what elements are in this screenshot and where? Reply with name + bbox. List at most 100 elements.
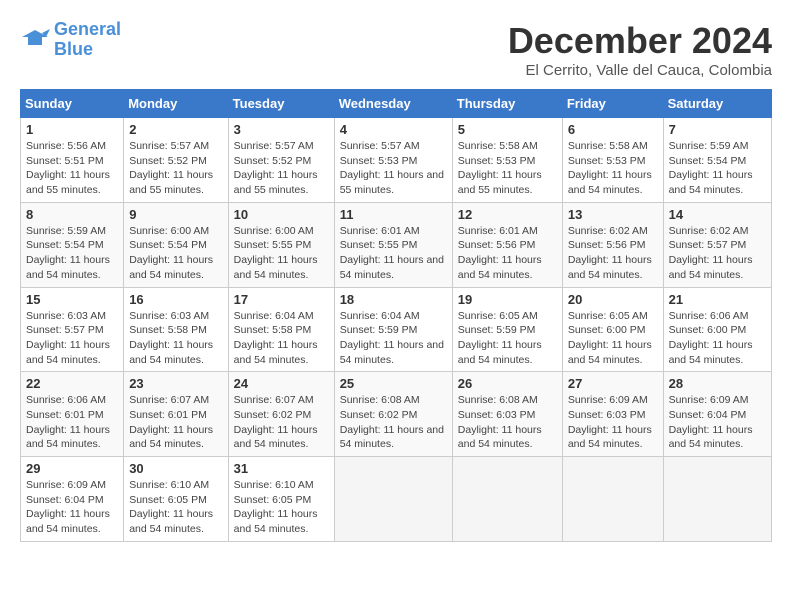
day-cell: 25 Sunrise: 6:08 AM Sunset: 6:02 PM Dayl…: [334, 372, 452, 457]
day-cell: 12 Sunrise: 6:01 AM Sunset: 5:56 PM Dayl…: [452, 202, 562, 287]
day-info: Sunrise: 6:05 AM Sunset: 5:59 PM Dayligh…: [458, 309, 557, 368]
day-number: 5: [458, 122, 557, 137]
day-info: Sunrise: 6:09 AM Sunset: 6:03 PM Dayligh…: [568, 393, 658, 452]
day-number: 1: [26, 122, 118, 137]
day-info: Sunrise: 5:58 AM Sunset: 5:53 PM Dayligh…: [458, 139, 557, 198]
day-cell: 29 Sunrise: 6:09 AM Sunset: 6:04 PM Dayl…: [21, 457, 124, 542]
day-info: Sunrise: 6:04 AM Sunset: 5:59 PM Dayligh…: [340, 309, 447, 368]
day-number: 26: [458, 376, 557, 391]
day-number: 28: [669, 376, 766, 391]
day-info: Sunrise: 6:09 AM Sunset: 6:04 PM Dayligh…: [669, 393, 766, 452]
day-cell: 19 Sunrise: 6:05 AM Sunset: 5:59 PM Dayl…: [452, 287, 562, 372]
calendar-title: December 2024: [508, 20, 772, 62]
col-saturday: Saturday: [663, 90, 771, 118]
day-cell: 11 Sunrise: 6:01 AM Sunset: 5:55 PM Dayl…: [334, 202, 452, 287]
day-number: 23: [129, 376, 222, 391]
day-number: 11: [340, 207, 447, 222]
day-info: Sunrise: 6:02 AM Sunset: 5:56 PM Dayligh…: [568, 224, 658, 283]
day-cell: 3 Sunrise: 5:57 AM Sunset: 5:52 PM Dayli…: [228, 118, 334, 203]
week-row-4: 22 Sunrise: 6:06 AM Sunset: 6:01 PM Dayl…: [21, 372, 772, 457]
day-info: Sunrise: 6:00 AM Sunset: 5:55 PM Dayligh…: [234, 224, 329, 283]
day-cell: 1 Sunrise: 5:56 AM Sunset: 5:51 PM Dayli…: [21, 118, 124, 203]
day-number: 29: [26, 461, 118, 476]
day-info: Sunrise: 6:02 AM Sunset: 5:57 PM Dayligh…: [669, 224, 766, 283]
day-cell: 30 Sunrise: 6:10 AM Sunset: 6:05 PM Dayl…: [124, 457, 228, 542]
day-number: 10: [234, 207, 329, 222]
day-number: 22: [26, 376, 118, 391]
day-info: Sunrise: 6:06 AM Sunset: 6:01 PM Dayligh…: [26, 393, 118, 452]
day-number: 16: [129, 292, 222, 307]
week-row-1: 1 Sunrise: 5:56 AM Sunset: 5:51 PM Dayli…: [21, 118, 772, 203]
header: General Blue December 2024 El Cerrito, V…: [20, 20, 772, 79]
day-cell: 6 Sunrise: 5:58 AM Sunset: 5:53 PM Dayli…: [562, 118, 663, 203]
title-area: December 2024 El Cerrito, Valle del Cauc…: [508, 20, 772, 79]
day-cell: 5 Sunrise: 5:58 AM Sunset: 5:53 PM Dayli…: [452, 118, 562, 203]
day-cell: 9 Sunrise: 6:00 AM Sunset: 5:54 PM Dayli…: [124, 202, 228, 287]
day-cell: 17 Sunrise: 6:04 AM Sunset: 5:58 PM Dayl…: [228, 287, 334, 372]
day-number: 15: [26, 292, 118, 307]
day-info: Sunrise: 6:06 AM Sunset: 6:00 PM Dayligh…: [669, 309, 766, 368]
day-cell: 23 Sunrise: 6:07 AM Sunset: 6:01 PM Dayl…: [124, 372, 228, 457]
calendar-table: Sunday Monday Tuesday Wednesday Thursday…: [20, 89, 772, 542]
day-number: 3: [234, 122, 329, 137]
day-number: 13: [568, 207, 658, 222]
col-friday: Friday: [562, 90, 663, 118]
calendar-subtitle: El Cerrito, Valle del Cauca, Colombia: [508, 62, 772, 79]
day-number: 17: [234, 292, 329, 307]
day-cell: 20 Sunrise: 6:05 AM Sunset: 6:00 PM Dayl…: [562, 287, 663, 372]
day-number: 9: [129, 207, 222, 222]
day-cell: 31 Sunrise: 6:10 AM Sunset: 6:05 PM Dayl…: [228, 457, 334, 542]
logo: General Blue: [20, 20, 121, 60]
day-cell: 2 Sunrise: 5:57 AM Sunset: 5:52 PM Dayli…: [124, 118, 228, 203]
day-info: Sunrise: 6:01 AM Sunset: 5:56 PM Dayligh…: [458, 224, 557, 283]
day-number: 6: [568, 122, 658, 137]
week-row-3: 15 Sunrise: 6:03 AM Sunset: 5:57 PM Dayl…: [21, 287, 772, 372]
day-cell: 21 Sunrise: 6:06 AM Sunset: 6:00 PM Dayl…: [663, 287, 771, 372]
day-cell: 7 Sunrise: 5:59 AM Sunset: 5:54 PM Dayli…: [663, 118, 771, 203]
week-row-2: 8 Sunrise: 5:59 AM Sunset: 5:54 PM Dayli…: [21, 202, 772, 287]
day-cell: 14 Sunrise: 6:02 AM Sunset: 5:57 PM Dayl…: [663, 202, 771, 287]
day-cell: [562, 457, 663, 542]
day-info: Sunrise: 6:09 AM Sunset: 6:04 PM Dayligh…: [26, 478, 118, 537]
col-wednesday: Wednesday: [334, 90, 452, 118]
day-info: Sunrise: 6:07 AM Sunset: 6:01 PM Dayligh…: [129, 393, 222, 452]
col-thursday: Thursday: [452, 90, 562, 118]
week-row-5: 29 Sunrise: 6:09 AM Sunset: 6:04 PM Dayl…: [21, 457, 772, 542]
day-info: Sunrise: 6:05 AM Sunset: 6:00 PM Dayligh…: [568, 309, 658, 368]
day-info: Sunrise: 5:57 AM Sunset: 5:52 PM Dayligh…: [129, 139, 222, 198]
day-cell: 26 Sunrise: 6:08 AM Sunset: 6:03 PM Dayl…: [452, 372, 562, 457]
day-cell: [663, 457, 771, 542]
day-info: Sunrise: 5:59 AM Sunset: 5:54 PM Dayligh…: [26, 224, 118, 283]
day-cell: 28 Sunrise: 6:09 AM Sunset: 6:04 PM Dayl…: [663, 372, 771, 457]
day-number: 19: [458, 292, 557, 307]
day-info: Sunrise: 5:58 AM Sunset: 5:53 PM Dayligh…: [568, 139, 658, 198]
header-row: Sunday Monday Tuesday Wednesday Thursday…: [21, 90, 772, 118]
logo-icon: [20, 25, 50, 55]
day-cell: [334, 457, 452, 542]
day-cell: 4 Sunrise: 5:57 AM Sunset: 5:53 PM Dayli…: [334, 118, 452, 203]
day-number: 2: [129, 122, 222, 137]
day-info: Sunrise: 6:03 AM Sunset: 5:58 PM Dayligh…: [129, 309, 222, 368]
day-cell: 22 Sunrise: 6:06 AM Sunset: 6:01 PM Dayl…: [21, 372, 124, 457]
day-number: 20: [568, 292, 658, 307]
day-info: Sunrise: 6:07 AM Sunset: 6:02 PM Dayligh…: [234, 393, 329, 452]
day-number: 14: [669, 207, 766, 222]
day-info: Sunrise: 6:01 AM Sunset: 5:55 PM Dayligh…: [340, 224, 447, 283]
day-info: Sunrise: 6:10 AM Sunset: 6:05 PM Dayligh…: [234, 478, 329, 537]
day-number: 31: [234, 461, 329, 476]
day-info: Sunrise: 6:10 AM Sunset: 6:05 PM Dayligh…: [129, 478, 222, 537]
day-info: Sunrise: 5:57 AM Sunset: 5:53 PM Dayligh…: [340, 139, 447, 198]
day-cell: 10 Sunrise: 6:00 AM Sunset: 5:55 PM Dayl…: [228, 202, 334, 287]
day-number: 27: [568, 376, 658, 391]
day-info: Sunrise: 6:03 AM Sunset: 5:57 PM Dayligh…: [26, 309, 118, 368]
day-number: 30: [129, 461, 222, 476]
day-number: 4: [340, 122, 447, 137]
col-sunday: Sunday: [21, 90, 124, 118]
day-cell: 16 Sunrise: 6:03 AM Sunset: 5:58 PM Dayl…: [124, 287, 228, 372]
day-cell: 15 Sunrise: 6:03 AM Sunset: 5:57 PM Dayl…: [21, 287, 124, 372]
day-info: Sunrise: 6:04 AM Sunset: 5:58 PM Dayligh…: [234, 309, 329, 368]
day-number: 12: [458, 207, 557, 222]
day-number: 21: [669, 292, 766, 307]
day-cell: [452, 457, 562, 542]
day-info: Sunrise: 5:56 AM Sunset: 5:51 PM Dayligh…: [26, 139, 118, 198]
